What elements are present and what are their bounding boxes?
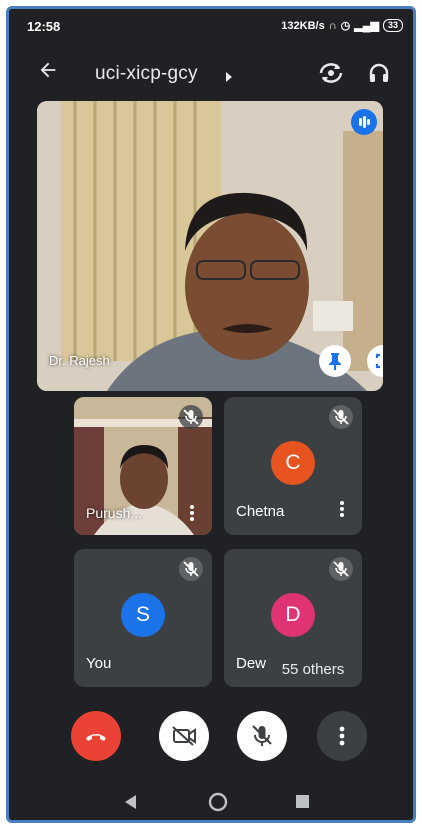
flip-camera-icon[interactable] bbox=[318, 61, 344, 90]
caret-right-icon[interactable] bbox=[225, 69, 233, 87]
avatar: C bbox=[271, 441, 315, 485]
tile-name: Dew bbox=[236, 655, 267, 672]
fullscreen-icon[interactable] bbox=[367, 345, 383, 377]
camera-toggle-button[interactable] bbox=[159, 711, 209, 761]
participant-tile-chetna[interactable]: C Chetna bbox=[224, 397, 362, 535]
more-options-button[interactable] bbox=[317, 711, 367, 761]
signal-icon: ▂▄▆ bbox=[354, 20, 379, 32]
headset-status-icon: ∩ bbox=[328, 19, 337, 32]
tile-name: Chetna bbox=[236, 503, 285, 520]
mic-off-icon bbox=[329, 557, 353, 581]
others-chip[interactable]: 55 others bbox=[267, 655, 359, 685]
tile-name: You bbox=[86, 655, 112, 672]
headphones-icon[interactable] bbox=[367, 61, 391, 90]
avatar: D bbox=[271, 593, 315, 637]
meeting-code[interactable]: uci-xicp-gcy bbox=[95, 63, 198, 85]
main-video-tile[interactable]: Dr. Rajesh bbox=[37, 101, 383, 391]
status-icons: 132KB/s ∩ ◷ ▂▄▆ 33 bbox=[281, 19, 403, 32]
mic-off-icon bbox=[329, 405, 353, 429]
participant-tile-purush[interactable]: Purush... bbox=[74, 397, 212, 535]
participant-tile-you[interactable]: S You bbox=[74, 549, 212, 687]
pin-icon[interactable] bbox=[319, 345, 351, 377]
nav-recents-icon[interactable] bbox=[296, 795, 309, 813]
tile-name: Purush... bbox=[86, 505, 143, 521]
mic-off-icon bbox=[179, 557, 203, 581]
system-nav-bar bbox=[9, 777, 413, 820]
nav-back-icon[interactable] bbox=[125, 795, 137, 814]
back-arrow-icon[interactable] bbox=[37, 59, 59, 86]
battery-icon: 33 bbox=[382, 19, 403, 32]
end-call-button[interactable] bbox=[71, 711, 121, 761]
nav-home-icon[interactable] bbox=[208, 792, 228, 817]
camera-off-icon bbox=[172, 726, 196, 746]
more-vert-icon bbox=[339, 726, 345, 746]
mic-off-icon bbox=[252, 725, 272, 746]
mic-off-icon bbox=[179, 405, 203, 429]
end-call-icon bbox=[86, 734, 106, 741]
app-frame: 12:58 132KB/s ∩ ◷ ▂▄▆ 33 uci-xicp-gcy Dr… bbox=[6, 6, 416, 823]
more-vert-icon[interactable] bbox=[190, 505, 194, 526]
net-speed: 132KB/s bbox=[281, 19, 325, 32]
main-tile-name: Dr. Rajesh bbox=[49, 353, 110, 368]
speaking-indicator-icon bbox=[351, 109, 377, 135]
avatar: S bbox=[121, 593, 165, 637]
status-time: 12:58 bbox=[27, 19, 61, 34]
status-bar: 12:58 132KB/s ∩ ◷ ▂▄▆ 33 bbox=[9, 9, 413, 43]
alarm-icon: ◷ bbox=[340, 20, 351, 32]
more-vert-icon[interactable] bbox=[340, 501, 344, 522]
mic-toggle-button[interactable] bbox=[237, 711, 287, 761]
top-app-bar: uci-xicp-gcy bbox=[9, 49, 413, 99]
